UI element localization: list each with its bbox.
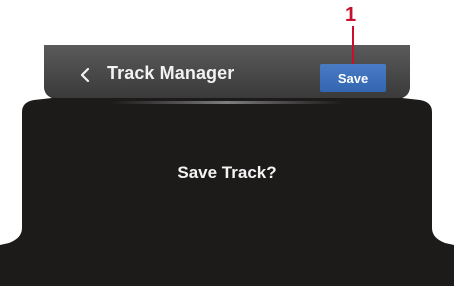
figure: Track Manager Save Save Track? 1 — [0, 0, 454, 286]
page-title: Track Manager — [107, 63, 235, 83]
back-button[interactable] — [74, 62, 96, 88]
callout-line — [352, 26, 354, 64]
device-screen — [0, 45, 454, 286]
callout-number: 1 — [345, 4, 357, 26]
header-divider — [110, 101, 344, 104]
save-button[interactable]: Save — [320, 64, 386, 92]
chevron-left-icon — [80, 68, 90, 82]
dialog-message: Save Track? — [177, 163, 277, 182]
